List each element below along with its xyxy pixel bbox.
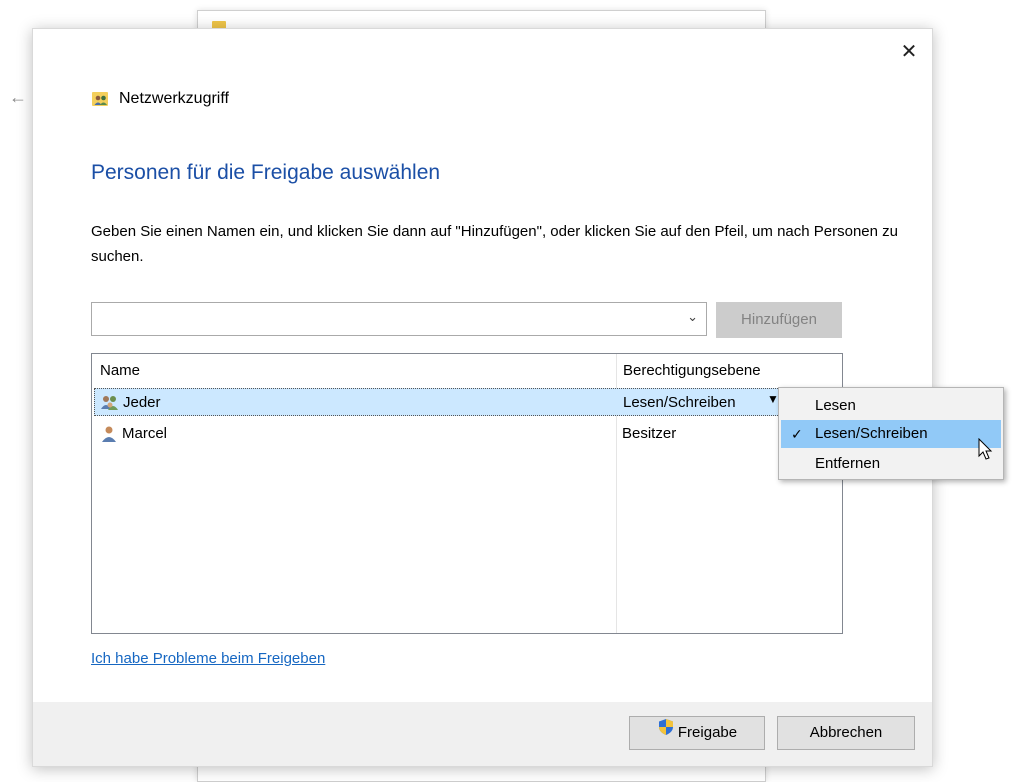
menu-item-lesen[interactable]: Lesen [781,392,1001,420]
users-group-icon [100,393,120,413]
network-access-header: Netzwerkzugriff [91,86,229,112]
permission-menu: Lesen ✓ Lesen/Schreiben Entfernen [778,387,1004,480]
network-users-icon [91,89,111,109]
column-header-permission[interactable]: Berechtigungsebene [623,362,761,379]
add-button[interactable]: Hinzufügen [716,302,842,338]
menu-item-entfernen[interactable]: Entfernen [781,450,1001,478]
list-row-marcel[interactable]: Marcel Besitzer [94,420,840,448]
list-row-jeder[interactable]: Jeder Lesen/Schreiben ▼ [94,388,840,416]
checkmark-icon: ✓ [791,426,803,442]
page-title: Personen für die Freigabe auswählen [91,161,441,184]
network-access-label: Netzwerkzugriff [119,90,229,107]
column-header-name[interactable]: Name [100,362,140,379]
person-name-combobox[interactable]: ⌄ [91,302,707,336]
mouse-pointer-icon [978,437,994,467]
menu-item-label: Entfernen [815,455,881,472]
share-button[interactable]: Freigabe [629,716,765,750]
close-button[interactable]: ✕ [896,39,922,65]
menu-item-label: Lesen [815,397,856,414]
dialog-footer: Freigabe Abbrechen [33,702,932,766]
people-list: Name Berechtigungsebene Jeder Lesen/Schr… [91,353,843,634]
share-button-label: Freigabe [677,724,738,741]
row-permission: Besitzer [622,425,677,442]
uac-shield-icon [657,716,675,748]
sharing-help-link[interactable]: Ich habe Probleme beim Freigeben [91,650,325,667]
row-name: Jeder [123,394,161,411]
back-arrow-icon[interactable]: ← [9,87,27,108]
chevron-down-icon[interactable]: ⌄ [687,309,698,325]
menu-item-label: Lesen/Schreiben [815,425,928,442]
row-name: Marcel [122,425,168,442]
instruction-text: Geben Sie einen Namen ein, und klicken S… [91,223,898,265]
cancel-button[interactable]: Abbrechen [777,716,915,750]
menu-item-lesen-schreiben[interactable]: ✓ Lesen/Schreiben [781,420,1001,448]
user-icon [99,424,119,444]
row-permission-dropdown[interactable]: Lesen/Schreiben [623,394,736,411]
